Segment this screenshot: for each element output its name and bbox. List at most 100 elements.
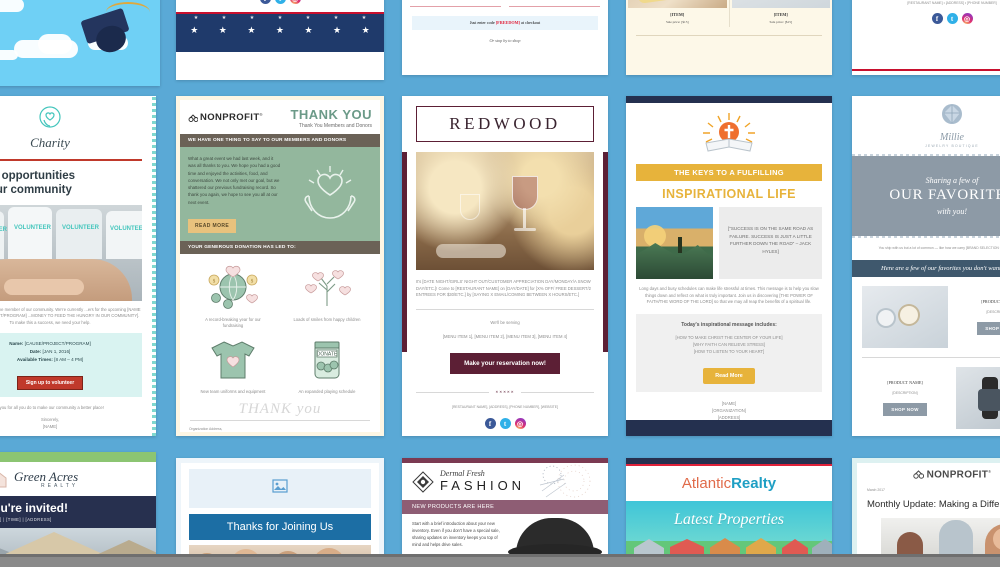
instagram-icon[interactable]: ◎ xyxy=(514,418,526,430)
twitter-icon[interactable]: t xyxy=(499,418,511,430)
coupon-suffix: at checkout xyxy=(521,19,541,25)
favorites-brand-block: Millie JEWELRY BOUTIQUE xyxy=(852,96,1000,154)
card-inspirational-life-template[interactable]: THE KEYS TO A FULFILLING INSPIRATIONAL L… xyxy=(626,96,832,436)
inspirational-include-item: [WHY FAITH CAN RELIEVE STRESS] xyxy=(693,342,765,348)
shop-new-arrivals-link[interactable]: Shop [NEW ARRIVALS] xyxy=(410,0,501,1)
heart-in-hands-icon xyxy=(304,165,356,219)
green-acres-brand-script: Green Acres xyxy=(14,468,79,484)
card-graduation-template[interactable] xyxy=(0,0,160,86)
charity-hero-image: VOLUNTEER VOLUNTEER VOLUNTEER VOLUNTEER xyxy=(0,204,142,301)
card-fashion-template[interactable]: Dermal Fresh FASHION NEW PRODUCTS ARE HE… xyxy=(402,458,608,567)
favorites-product-row[interactable]: [PRODUCT NAME] [DESCRIPTION] SHOP NOW xyxy=(852,277,1000,357)
sale-item[interactable]: [ITEM] Sale price: [$15] xyxy=(626,0,729,27)
product-name: [PRODUCT NAME] xyxy=(887,379,923,385)
twitter-icon[interactable]: t xyxy=(946,13,958,25)
nonprofit-logo-icon xyxy=(188,114,198,122)
benefit-item: Loads of smiles from happy children xyxy=(280,262,374,330)
nonprofit-read-more-button[interactable]: READ MORE xyxy=(188,218,237,233)
star-icon: ★ xyxy=(333,25,342,36)
shop-now-button[interactable]: SHOP NOW xyxy=(977,321,1000,335)
item-price: Sale price: [$15] xyxy=(769,19,793,24)
gem-logo-icon xyxy=(942,104,962,124)
card-patriotic-template[interactable]: ★ [RESTAURANT NAME] | [ADDRESS] | [PHONE… xyxy=(176,0,384,80)
charity-times-value: [8 AM – 4 PM] xyxy=(54,356,84,362)
card-redwood-template[interactable]: REDWOOD It's [DATE NIGHT/GIRLS' NIGHT OU… xyxy=(402,96,608,436)
card-nonprofit-thankyou-template[interactable]: NONPROFIT® THANK YOU Thank You Members a… xyxy=(176,96,384,436)
image-placeholder-icon xyxy=(272,479,288,493)
twitter-icon[interactable]: t xyxy=(274,0,286,5)
charity-logo-text: Charity xyxy=(30,135,70,150)
instagram-icon[interactable]: ◎ xyxy=(289,0,301,5)
charity-signup-button[interactable]: Sign up to volunteer xyxy=(16,375,84,390)
benefit-label: An expanded playing schedule xyxy=(298,388,356,394)
social-links[interactable]: f t ◎ xyxy=(864,13,1000,25)
card-freedom-sale-template[interactable]: Shop [NEW ARRIVALS] Shop [CLEARANCE] Jus… xyxy=(402,0,608,75)
card-thanks-for-joining-template[interactable]: Thanks for Joining Us xyxy=(176,458,384,567)
facebook-icon[interactable]: f xyxy=(931,13,943,25)
facebook-icon[interactable]: f xyxy=(259,0,271,5)
nonprofit-monthly-brand: NONPROFIT® xyxy=(926,469,992,481)
inspirational-includes-box: Today's inspirational message includes: … xyxy=(636,314,822,392)
benefit-item: $ $ A record-breaking year for our fundr… xyxy=(186,262,280,330)
cloud-icon xyxy=(0,0,24,12)
product-image xyxy=(956,366,1000,429)
product-image xyxy=(862,285,948,348)
redwood-serving-label: We'll be serving xyxy=(490,320,520,326)
product-name: [PRODUCT NAME] xyxy=(981,298,1000,304)
redwood-reservation-button[interactable]: Make your reservation now! xyxy=(450,353,560,375)
sale-item[interactable]: [ITEM] Sale price: [$15] xyxy=(730,0,833,27)
star-icon: ★ xyxy=(361,15,367,22)
shop-clearance-link[interactable]: Shop [CLEARANCE] xyxy=(509,0,600,1)
redwood-footer-contact: [RESTAURANT NAME], [ADDRESS], [PHONE NUM… xyxy=(452,405,558,410)
product-description: [DESCRIPTION] xyxy=(986,310,1000,315)
instagram-icon[interactable]: ◎ xyxy=(961,13,973,25)
card-green-acres-realty-template[interactable]: Green Acres REALTY You're invited! [DATE… xyxy=(0,452,156,567)
inspirational-banner: THE KEYS TO A FULFILLING xyxy=(636,164,822,181)
nonprofit-title: THANK YOU xyxy=(290,107,372,122)
system-bar xyxy=(0,557,1000,567)
charity-headline: Engaging opportunities within your commu… xyxy=(0,169,142,198)
redwood-hero-image xyxy=(416,152,594,270)
benefit-item: New team uniforms and equipment xyxy=(186,336,280,396)
coupon-bar: Just enter code [FREEDOM] at checkout xyxy=(412,15,598,30)
inspirational-bottom-band xyxy=(626,420,832,436)
coupon-code: [FREEDOM] xyxy=(495,19,520,25)
house-logo-icon xyxy=(0,472,7,488)
card-atlantic-realty-template[interactable]: AtlanticRealty Latest Properties xyxy=(626,458,832,567)
charity-name-label: Name: xyxy=(9,341,24,347)
item-label: [ITEM] xyxy=(773,12,788,17)
card-restaurant-gift-template[interactable]: Already have plans? Purchase a gift card… xyxy=(852,0,1000,75)
star-icon: ★ xyxy=(305,15,311,22)
social-links[interactable]: f t ◎ xyxy=(416,418,594,430)
benefit-item: DONATE An expanded playing schedule xyxy=(280,336,374,396)
favorites-product-row[interactable]: [PRODUCT NAME] [DESCRIPTION] SHOP NOW xyxy=(852,358,1000,436)
inspirational-read-more-button[interactable]: Read More xyxy=(703,367,755,384)
nonprofit-body: What a great event we had last week, and… xyxy=(188,156,281,205)
nonprofit-subtitle: Thank You Members and Donors xyxy=(298,123,372,129)
favorites-brand-sub: JEWELRY BOUTIQUE xyxy=(925,144,979,148)
fashion-body: Start with a brief introduction about yo… xyxy=(412,521,500,548)
charity-closing: ...you for all you do to make our commun… xyxy=(0,404,104,410)
item-price: Sale price: [$15] xyxy=(665,19,689,24)
shop-now-button[interactable]: SHOP NOW xyxy=(883,402,927,416)
redwood-body: It's [DATE NIGHT/GIRLS' NIGHT OUT/CUSTOM… xyxy=(416,279,591,298)
inspirational-logo xyxy=(636,111,822,160)
card-items-sale-template[interactable]: [ITEM] Sale price: [$15] [ITEM] Sale pri… xyxy=(626,0,832,75)
nonprofit-footer-address: Organization Address, City, State, Zip C… xyxy=(189,427,223,432)
inspirational-includes-label: Today's inspirational message includes: xyxy=(681,322,777,329)
product-description: [DESCRIPTION] xyxy=(892,391,918,396)
atlantic-brand: AtlanticRealty xyxy=(681,475,777,492)
card-nonprofit-monthly-update-template[interactable]: NONPROFIT® March 2017 Monthly Update: Ma… xyxy=(852,458,1000,567)
card-our-favorites-template[interactable]: Millie JEWELRY BOUTIQUE Sharing a few of… xyxy=(852,96,1000,436)
facebook-icon[interactable]: f xyxy=(484,418,496,430)
star-icon: ★ xyxy=(361,25,370,36)
star-icon: ★ xyxy=(333,15,339,22)
favorites-intro: You ship with us but a lot of common — l… xyxy=(878,246,1000,250)
star-icon: ★ xyxy=(193,15,199,22)
tshirt-icon xyxy=(211,341,255,379)
inspirational-top-band xyxy=(626,96,832,103)
inspirational-body: Long days and busy schedules can make li… xyxy=(639,286,819,305)
social-links[interactable]: f t ◎ xyxy=(186,0,374,5)
card-charity-template[interactable]: Charity Engaging opportunities within yo… xyxy=(0,96,156,436)
charity-body: ...have you as an active member of our c… xyxy=(0,306,141,325)
